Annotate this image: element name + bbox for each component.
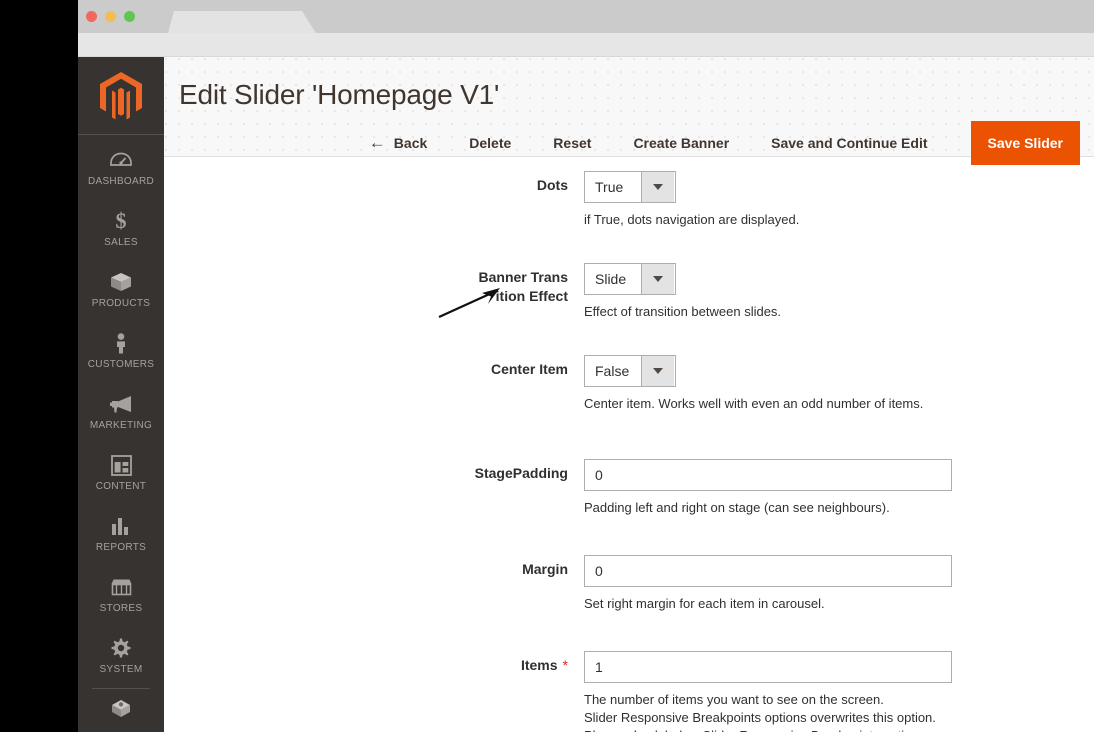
sidebar-item-content[interactable]: CONTENT	[78, 440, 164, 501]
sidebar-item-label: SYSTEM	[99, 664, 143, 675]
field-label-items: Items *	[164, 647, 584, 675]
field-label-banner-transition-effect: Banner Trans ition Effect	[164, 259, 584, 306]
back-button[interactable]: ← Back	[348, 121, 448, 165]
chevron-down-icon[interactable]	[641, 264, 674, 294]
field-note-banner-transition-effect: Effect of transition between slides.	[584, 304, 782, 319]
sidebar-item-extensions[interactable]	[78, 689, 164, 732]
page-viewport: DASHBOARD $ SALES PRODUCTS CUSTOMERS MAR…	[78, 57, 1094, 732]
save-and-continue-edit-button[interactable]: Save and Continue Edit	[750, 121, 948, 165]
sidebar-item-sales[interactable]: $ SALES	[78, 196, 164, 257]
field-row-banner-transition-effect: Banner Trans ition Effect Slide Effect o…	[164, 259, 1094, 321]
admin-sidebar: DASHBOARD $ SALES PRODUCTS CUSTOMERS MAR…	[78, 57, 164, 732]
field-control-dots: True if True, dots navigation are displa…	[584, 167, 1094, 229]
field-note-center-item: Center item. Works well with even an odd…	[584, 396, 924, 411]
field-label-center-item: Center Item	[490, 361, 568, 377]
field-row-stagepadding: StagePadding Padding left and right on s…	[164, 455, 1094, 517]
field-label-line2: ition Effect	[495, 288, 568, 304]
maximize-window-button[interactable]	[124, 11, 135, 22]
field-control-stagepadding: Padding left and right on stage (can see…	[584, 455, 1094, 517]
magento-logo-icon	[100, 71, 142, 119]
browser-titlebar	[78, 0, 1094, 33]
field-label-stagepadding: StagePadding	[474, 465, 568, 481]
margin-input[interactable]	[584, 555, 952, 587]
sidebar-item-label: STORES	[99, 603, 143, 614]
field-label-margin: Margin	[522, 561, 568, 577]
page-header: Edit Slider 'Homepage V1' ← Back Delete …	[164, 57, 1094, 165]
sidebar-item-products[interactable]: PRODUCTS	[78, 257, 164, 318]
dollar-sign-icon: $	[115, 208, 127, 233]
banner-transition-effect-select-value: Slide	[595, 271, 627, 287]
gear-icon	[110, 637, 132, 659]
center-item-select[interactable]: False	[584, 355, 676, 387]
sidebar-item-label: SALES	[104, 237, 138, 248]
field-control-items: The number of items you want to see on t…	[584, 647, 1094, 732]
field-note-stagepadding: Padding left and right on stage (can see…	[584, 500, 890, 515]
sidebar-item-label: CUSTOMERS	[87, 359, 155, 370]
reset-button[interactable]: Reset	[532, 121, 612, 165]
browser-tab[interactable]	[168, 11, 316, 33]
person-icon	[113, 332, 129, 354]
sidebar-item-label: CONTENT	[95, 481, 147, 492]
field-note-dots: if True, dots navigation are displayed.	[584, 212, 800, 227]
sidebar-item-stores[interactable]: STORES	[78, 562, 164, 623]
field-label-dots: Dots	[536, 177, 568, 193]
center-item-select-value: False	[595, 363, 630, 379]
page-title: Edit Slider 'Homepage V1'	[179, 79, 500, 110]
box-icon	[110, 271, 132, 293]
slider-settings-form: Dots True if True, dots navigation are d…	[164, 157, 1094, 732]
browser-window: DASHBOARD $ SALES PRODUCTS CUSTOMERS MAR…	[78, 0, 1094, 732]
traffic-lights	[86, 11, 135, 22]
sidebar-item-dashboard[interactable]: DASHBOARD	[78, 135, 164, 196]
field-row-items: Items* The number of items you want to s…	[164, 647, 1094, 732]
sidebar-item-reports[interactable]: REPORTS	[78, 501, 164, 562]
sidebar-item-marketing[interactable]: MARKETING	[78, 379, 164, 440]
create-banner-button[interactable]: Create Banner	[612, 121, 750, 165]
banner-transition-effect-select[interactable]: Slide	[584, 263, 676, 295]
field-row-dots: Dots True if True, dots navigation are d…	[164, 167, 1094, 229]
sidebar-item-label: DASHBOARD	[87, 176, 155, 187]
close-window-button[interactable]	[86, 11, 97, 22]
chevron-down-icon[interactable]	[641, 172, 674, 202]
field-note-margin: Set right margin for each item in carous…	[584, 596, 825, 611]
page-actions-toolbar: ← Back Delete Reset Create Banner Save a…	[348, 121, 1080, 165]
delete-button[interactable]: Delete	[448, 121, 532, 165]
browser-toolbar	[78, 33, 1094, 57]
field-row-center-item: Center Item False Center item. Works wel…	[164, 351, 1094, 413]
layout-window-icon	[110, 454, 132, 476]
field-note-items: The number of items you want to see on t…	[584, 692, 936, 732]
field-control-banner-transition-effect: Slide Effect of transition between slide…	[584, 259, 1094, 321]
bar-chart-icon	[111, 515, 131, 537]
dashboard-gauge-icon	[110, 149, 132, 171]
sidebar-item-label: PRODUCTS	[91, 298, 151, 309]
storefront-icon	[110, 576, 133, 598]
field-control-center-item: False Center item. Works well with even …	[584, 351, 1094, 413]
save-slider-button[interactable]: Save Slider	[970, 121, 1080, 165]
dots-select[interactable]: True	[584, 171, 676, 203]
megaphone-icon	[109, 393, 133, 415]
field-label-items-text: Items	[520, 657, 558, 673]
extensions-puzzle-icon	[109, 697, 133, 719]
minimize-window-button[interactable]	[105, 11, 116, 22]
arrow-left-icon: ←	[368, 132, 386, 152]
field-control-margin: Set right margin for each item in carous…	[584, 551, 1094, 613]
sidebar-item-system[interactable]: SYSTEM	[78, 623, 164, 684]
admin-content: Edit Slider 'Homepage V1' ← Back Delete …	[164, 57, 1094, 732]
back-button-label: Back	[393, 135, 428, 151]
magento-logo[interactable]	[78, 57, 164, 135]
chevron-down-icon[interactable]	[641, 356, 674, 386]
sidebar-item-label: MARKETING	[89, 420, 153, 431]
dots-select-value: True	[595, 179, 624, 195]
screen: DASHBOARD $ SALES PRODUCTS CUSTOMERS MAR…	[0, 0, 1094, 732]
items-input[interactable]	[584, 651, 952, 683]
field-label-line1: Banner Trans	[478, 269, 568, 285]
stagepadding-input[interactable]	[584, 459, 952, 491]
sidebar-item-customers[interactable]: CUSTOMERS	[78, 318, 164, 379]
sidebar-item-label: REPORTS	[95, 542, 147, 553]
required-marker: *	[562, 657, 568, 673]
field-row-margin: Margin Set right margin for each item in…	[164, 551, 1094, 613]
